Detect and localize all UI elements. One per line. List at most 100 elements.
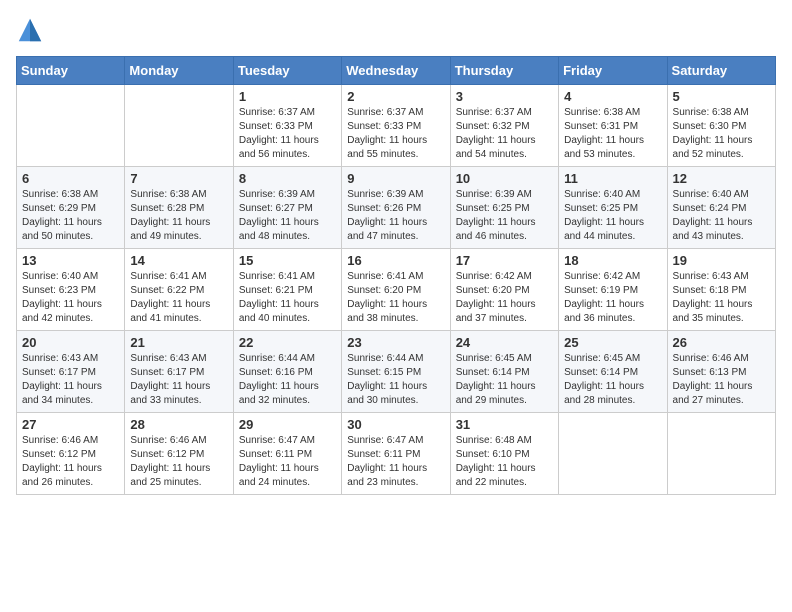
cell-info: Sunrise: 6:39 AMSunset: 6:25 PMDaylight:… <box>456 188 553 244</box>
week-row-1: 6 Sunrise: 6:38 AMSunset: 6:29 PMDaylight… <box>17 167 776 249</box>
calendar-cell: 25Sunrise: 6:45 AMSunset: 6:14 PMDayligh… <box>559 331 667 413</box>
cell-info: Sunrise: 6:43 AMSunset: 6:17 PMDaylight:… <box>130 352 227 408</box>
day-number: 12 <box>673 171 770 186</box>
calendar-cell: 6 Sunrise: 6:38 AMSunset: 6:29 PMDaylight… <box>17 167 125 249</box>
logo <box>16 16 48 44</box>
calendar-table: SundayMondayTuesdayWednesdayThursdayFrid… <box>16 56 776 495</box>
week-row-0: 1Sunrise: 6:37 AMSunset: 6:33 PMDaylight… <box>17 85 776 167</box>
day-number: 4 <box>564 89 661 104</box>
day-number: 10 <box>456 171 553 186</box>
calendar-cell: 30 Sunrise: 6:47 AMSunset: 6:11 PMDayligh… <box>342 413 450 495</box>
day-number: 20 <box>22 335 119 350</box>
calendar-cell: 8 Sunrise: 6:39 AMSunset: 6:27 PMDaylight… <box>233 167 341 249</box>
calendar-cell: 13 Sunrise: 6:40 AMSunset: 6:23 PMDayligh… <box>17 249 125 331</box>
calendar-cell: 17 Sunrise: 6:42 AMSunset: 6:20 PMDayligh… <box>450 249 558 331</box>
calendar-cell: 9Sunrise: 6:39 AMSunset: 6:26 PMDaylight… <box>342 167 450 249</box>
cell-info: Sunrise: 6:41 AMSunset: 6:20 PMDaylight:… <box>347 270 444 326</box>
weekday-header-friday: Friday <box>559 57 667 85</box>
day-number: 24 <box>456 335 553 350</box>
calendar-cell: 1Sunrise: 6:37 AMSunset: 6:33 PMDaylight… <box>233 85 341 167</box>
cell-info: Sunrise: 6:40 AMSunset: 6:23 PMDaylight:… <box>22 270 119 326</box>
logo-icon <box>16 16 44 44</box>
day-number: 17 <box>456 253 553 268</box>
day-number: 8 <box>239 171 336 186</box>
calendar-cell <box>559 413 667 495</box>
calendar-cell: 12 Sunrise: 6:40 AMSunset: 6:24 PMDayligh… <box>667 167 775 249</box>
day-number: 21 <box>130 335 227 350</box>
cell-info: Sunrise: 6:38 AMSunset: 6:29 PMDaylight:… <box>22 188 119 244</box>
cell-info: Sunrise: 6:38 AMSunset: 6:30 PMDaylight:… <box>673 106 770 162</box>
cell-info: Sunrise: 6:40 AMSunset: 6:25 PMDaylight:… <box>564 188 661 244</box>
weekday-header-thursday: Thursday <box>450 57 558 85</box>
day-number: 19 <box>673 253 770 268</box>
calendar-cell: 19 Sunrise: 6:43 AMSunset: 6:18 PMDayligh… <box>667 249 775 331</box>
calendar-cell: 23 Sunrise: 6:44 AMSunset: 6:15 PMDayligh… <box>342 331 450 413</box>
cell-info: Sunrise: 6:47 AMSunset: 6:11 PMDaylight:… <box>347 434 444 490</box>
cell-info: Sunrise: 6:38 AMSunset: 6:31 PMDaylight:… <box>564 106 661 162</box>
calendar-cell: 7 Sunrise: 6:38 AMSunset: 6:28 PMDaylight… <box>125 167 233 249</box>
weekday-header-tuesday: Tuesday <box>233 57 341 85</box>
day-number: 15 <box>239 253 336 268</box>
day-number: 18 <box>564 253 661 268</box>
cell-info: Sunrise: 6:48 AMSunset: 6:10 PMDaylight:… <box>456 434 553 490</box>
weekday-header-wednesday: Wednesday <box>342 57 450 85</box>
cell-info: Sunrise: 6:45 AMSunset: 6:14 PMDaylight:… <box>456 352 553 408</box>
calendar-cell <box>17 85 125 167</box>
calendar-cell: 21 Sunrise: 6:43 AMSunset: 6:17 PMDayligh… <box>125 331 233 413</box>
cell-info: Sunrise: 6:46 AMSunset: 6:12 PMDaylight:… <box>130 434 227 490</box>
calendar-cell: 3 Sunrise: 6:37 AMSunset: 6:32 PMDaylight… <box>450 85 558 167</box>
day-number: 27 <box>22 417 119 432</box>
calendar-cell: 14 Sunrise: 6:41 AMSunset: 6:22 PMDayligh… <box>125 249 233 331</box>
day-number: 7 <box>130 171 227 186</box>
calendar-cell <box>667 413 775 495</box>
week-row-3: 20 Sunrise: 6:43 AMSunset: 6:17 PMDayligh… <box>17 331 776 413</box>
day-number: 31 <box>456 417 553 432</box>
day-number: 2 <box>347 89 444 104</box>
cell-info: Sunrise: 6:44 AMSunset: 6:16 PMDaylight:… <box>239 352 336 408</box>
weekday-header-saturday: Saturday <box>667 57 775 85</box>
calendar-cell: 4 Sunrise: 6:38 AMSunset: 6:31 PMDaylight… <box>559 85 667 167</box>
week-row-4: 27 Sunrise: 6:46 AMSunset: 6:12 PMDayligh… <box>17 413 776 495</box>
day-number: 26 <box>673 335 770 350</box>
day-number: 3 <box>456 89 553 104</box>
calendar-cell <box>125 85 233 167</box>
cell-info: Sunrise: 6:38 AMSunset: 6:28 PMDaylight:… <box>130 188 227 244</box>
calendar-cell: 15 Sunrise: 6:41 AMSunset: 6:21 PMDayligh… <box>233 249 341 331</box>
calendar-cell: 16 Sunrise: 6:41 AMSunset: 6:20 PMDayligh… <box>342 249 450 331</box>
page-header <box>16 16 776 44</box>
calendar-cell: 22Sunrise: 6:44 AMSunset: 6:16 PMDayligh… <box>233 331 341 413</box>
calendar-cell: 28Sunrise: 6:46 AMSunset: 6:12 PMDayligh… <box>125 413 233 495</box>
day-number: 16 <box>347 253 444 268</box>
cell-info: Sunrise: 6:39 AMSunset: 6:27 PMDaylight:… <box>239 188 336 244</box>
day-number: 11 <box>564 171 661 186</box>
cell-info: Sunrise: 6:42 AMSunset: 6:20 PMDaylight:… <box>456 270 553 326</box>
calendar-cell: 11 Sunrise: 6:40 AMSunset: 6:25 PMDayligh… <box>559 167 667 249</box>
calendar-cell: 31 Sunrise: 6:48 AMSunset: 6:10 PMDayligh… <box>450 413 558 495</box>
calendar-cell: 26 Sunrise: 6:46 AMSunset: 6:13 PMDayligh… <box>667 331 775 413</box>
week-row-2: 13 Sunrise: 6:40 AMSunset: 6:23 PMDayligh… <box>17 249 776 331</box>
day-number: 9 <box>347 171 444 186</box>
day-number: 30 <box>347 417 444 432</box>
calendar-cell: 18Sunrise: 6:42 AMSunset: 6:19 PMDayligh… <box>559 249 667 331</box>
cell-info: Sunrise: 6:40 AMSunset: 6:24 PMDaylight:… <box>673 188 770 244</box>
calendar-cell: 20 Sunrise: 6:43 AMSunset: 6:17 PMDayligh… <box>17 331 125 413</box>
cell-info: Sunrise: 6:44 AMSunset: 6:15 PMDaylight:… <box>347 352 444 408</box>
cell-info: Sunrise: 6:37 AMSunset: 6:32 PMDaylight:… <box>456 106 553 162</box>
weekday-header-row: SundayMondayTuesdayWednesdayThursdayFrid… <box>17 57 776 85</box>
cell-info: Sunrise: 6:41 AMSunset: 6:22 PMDaylight:… <box>130 270 227 326</box>
day-number: 6 <box>22 171 119 186</box>
day-number: 14 <box>130 253 227 268</box>
day-number: 29 <box>239 417 336 432</box>
cell-info: Sunrise: 6:43 AMSunset: 6:17 PMDaylight:… <box>22 352 119 408</box>
cell-info: Sunrise: 6:47 AMSunset: 6:11 PMDaylight:… <box>239 434 336 490</box>
day-number: 13 <box>22 253 119 268</box>
cell-info: Sunrise: 6:43 AMSunset: 6:18 PMDaylight:… <box>673 270 770 326</box>
calendar-cell: 27Sunrise: 6:46 AMSunset: 6:12 PMDayligh… <box>17 413 125 495</box>
cell-info: Sunrise: 6:46 AMSunset: 6:13 PMDaylight:… <box>673 352 770 408</box>
day-number: 23 <box>347 335 444 350</box>
cell-info: Sunrise: 6:41 AMSunset: 6:21 PMDaylight:… <box>239 270 336 326</box>
cell-info: Sunrise: 6:37 AMSunset: 6:33 PMDaylight:… <box>347 106 444 162</box>
calendar-cell: 29 Sunrise: 6:47 AMSunset: 6:11 PMDayligh… <box>233 413 341 495</box>
day-number: 25 <box>564 335 661 350</box>
cell-info: Sunrise: 6:37 AMSunset: 6:33 PMDaylight:… <box>239 106 336 162</box>
